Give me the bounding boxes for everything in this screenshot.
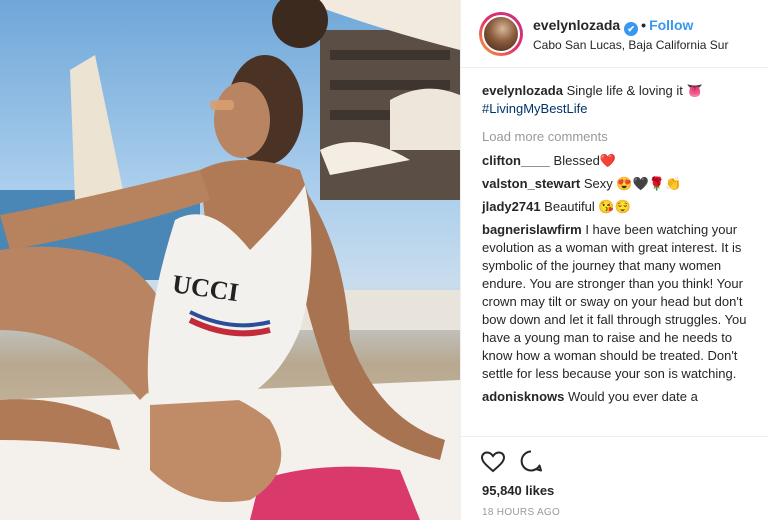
comment-item: bagnerislawfirm I have been watching you… (482, 221, 758, 383)
caption-username[interactable]: evelynlozada (482, 83, 563, 98)
load-more-comments-button[interactable]: Load more comments (482, 128, 758, 146)
comment-text: Beautiful 😘😌 (544, 199, 631, 214)
avatar-image (482, 15, 520, 53)
post-photo[interactable]: UCCI (0, 0, 460, 520)
comment-item: valston_stewart Sexy 😍🖤🌹👏 (482, 175, 758, 193)
comment-item: clifton____ Blessed❤️ (482, 152, 758, 170)
avatar[interactable] (479, 12, 523, 56)
comment-text: I have been watching your evolution as a… (482, 222, 747, 381)
caption-text: Single life & loving it 👅 (566, 83, 703, 98)
comment-icon[interactable] (519, 449, 543, 478)
post-header: evelynlozada ✔ • Follow Cabo San Lucas, Baj… (461, 0, 768, 68)
comment-text: Sexy 😍🖤🌹👏 (583, 176, 682, 191)
comments-section: evelynlozada Single life & loving it 👅 #… (482, 82, 758, 411)
post-panel: evelynlozada ✔ • Follow Cabo San Lucas, Baj… (460, 0, 768, 520)
comment-username[interactable]: bagnerislawfirm (482, 222, 582, 237)
comment-text: Would you ever date a (567, 389, 698, 404)
like-count[interactable]: 95,840 likes (482, 483, 554, 498)
caption: evelynlozada Single life & loving it 👅 #… (482, 82, 758, 118)
follow-button[interactable]: Follow (649, 17, 693, 33)
comment-username[interactable]: jlady2741 (482, 199, 541, 214)
header-separator: • (641, 17, 647, 33)
comment-username[interactable]: valston_stewart (482, 176, 580, 191)
comment-username[interactable]: adonisknows (482, 389, 564, 404)
comment-username[interactable]: clifton____ (482, 153, 550, 168)
post-footer: 95,840 likes 18 HOURS AGO (461, 436, 768, 520)
header-user-row: evelynlozada ✔ • Follow (533, 17, 693, 36)
location-link[interactable]: Cabo San Lucas, Baja California Sur (533, 38, 728, 52)
heart-icon[interactable] (480, 451, 506, 478)
caption-hashtag[interactable]: #LivingMyBestLife (482, 101, 588, 116)
comment-item: adonisknows Would you ever date a (482, 388, 758, 406)
header-username[interactable]: evelynlozada (533, 17, 620, 33)
action-bar (480, 449, 553, 478)
comment-text: Blessed❤️ (553, 153, 616, 168)
verified-badge-icon: ✔ (624, 22, 639, 36)
post-timestamp: 18 HOURS AGO (482, 507, 561, 518)
comment-item: jlady2741 Beautiful 😘😌 (482, 198, 758, 216)
instagram-post: UCCI evelynlozada ✔ • Follow Cabo San Lucas… (0, 0, 768, 520)
photo-illustration: UCCI (0, 0, 460, 520)
